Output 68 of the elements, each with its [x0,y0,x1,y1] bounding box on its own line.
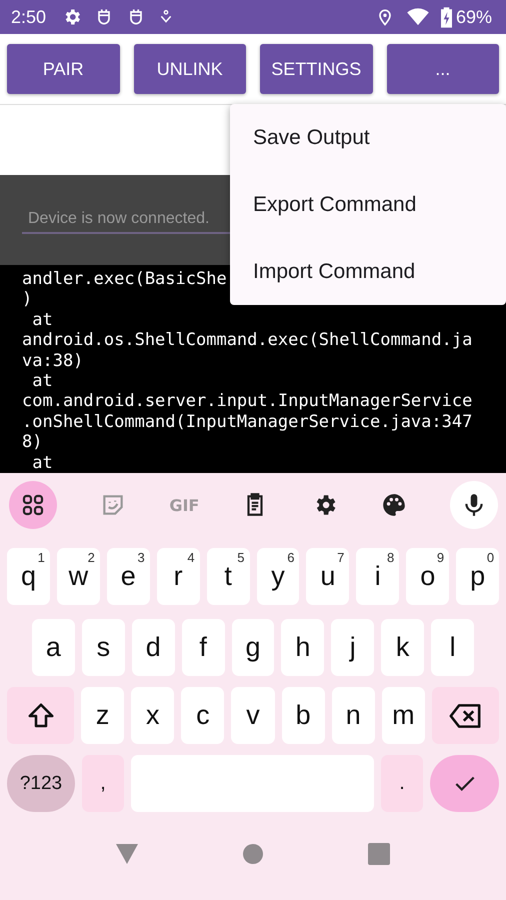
action-button[interactable]: PAIR [7,44,120,94]
letter-key[interactable]: l [431,619,474,676]
letter-key[interactable]: n [332,687,375,744]
grid-icon [21,493,45,517]
number-hint: 6 [287,550,294,565]
action-button[interactable]: SETTINGS [260,44,372,94]
letter-key[interactable]: f [182,619,225,676]
letter-key[interactable]: k [381,619,424,676]
output-line: ) [22,289,32,310]
output-line: com.android.server.input.InputManagerService [22,391,472,412]
output-line: at [31,371,53,392]
number-hint: 7 [337,550,344,565]
home-icon[interactable] [242,843,264,865]
letter-key[interactable]: s [82,619,125,676]
letter-key[interactable]: e 3 [106,548,150,605]
number-hint: 3 [137,550,145,565]
number-hint: 9 [436,550,444,565]
clock: 2:50 [11,6,46,28]
letter-key[interactable]: y 6 [256,548,300,605]
back-icon[interactable] [116,844,138,864]
letter-key[interactable]: r 4 [156,548,200,605]
number-hint: 2 [88,550,95,565]
number-hint: 0 [486,550,494,565]
output-line: 8) [22,432,42,453]
output-line: at [31,452,53,473]
symbols-key[interactable]: ?123 [7,755,75,812]
letter-key[interactable]: t 5 [206,548,250,605]
output-line: va:38) [22,350,84,372]
action-button[interactable]: UNLINK [134,44,246,94]
punctuation-key[interactable]: . [381,755,423,812]
letter-key[interactable]: p 0 [456,548,500,605]
letter-key[interactable]: j [331,619,374,676]
punctuation-key[interactable]: , [82,755,124,812]
shift-icon [26,700,56,730]
letter-key[interactable]: q 1 [7,548,50,605]
backspace-icon [448,702,482,728]
menu-item[interactable]: Save Output [230,104,506,171]
apps-button[interactable] [9,481,57,529]
backspace-key[interactable] [432,687,499,744]
output-line: andler.exec(BasicShe [22,269,227,290]
battery-icon [440,6,452,28]
output-line: at [31,310,53,330]
battery-percent: 69% [456,6,492,28]
letter-key[interactable]: h [281,619,324,676]
letter-key[interactable]: u 7 [306,548,350,605]
number-hint: 8 [387,550,394,565]
letter-key[interactable]: a [32,619,75,676]
letter-key[interactable]: v [231,687,275,744]
number-hint: 4 [187,550,195,565]
letter-key[interactable]: x [131,687,174,744]
letter-key[interactable]: c [181,687,224,744]
letter-key[interactable]: d [132,619,175,676]
wifi-icon [406,8,429,26]
letter-key[interactable]: b [282,687,325,744]
palette-icon[interactable] [380,492,407,518]
letter-key[interactable]: w 2 [56,548,100,605]
number-hint: 5 [237,550,245,565]
shift-key[interactable] [7,687,74,744]
letter-key[interactable]: g [232,619,274,676]
action-button[interactable]: ... [386,44,499,94]
letter-key[interactable]: o 9 [406,548,450,605]
letter-key[interactable]: z [81,687,124,744]
output-line: .onShellCommand(InputManagerService.java:347 [22,412,472,432]
number-hint: 1 [38,550,45,565]
output-line: android.os.ShellCommand.exec(ShellCommand.ja [22,330,472,351]
menu-item[interactable]: Import Command [230,238,506,305]
letter-key[interactable]: m [382,687,425,744]
letter-key[interactable]: i 8 [356,548,400,605]
